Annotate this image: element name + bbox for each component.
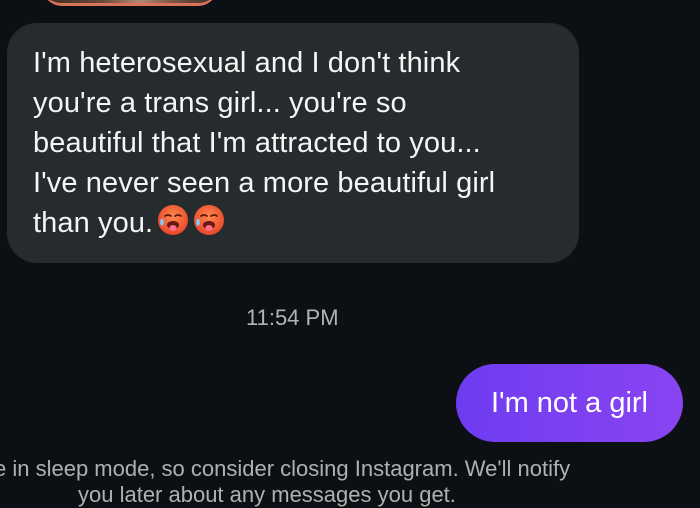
outgoing-message-text: I'm not a girl — [490, 386, 649, 419]
hot-face-emoji-icon — [193, 204, 225, 236]
avatar[interactable] — [42, 0, 218, 6]
sleep-notice-line1: e in sleep mode, so consider closing Ins… — [0, 456, 571, 481]
incoming-message-text: I'm heterosexual and I don't think you'r… — [33, 43, 559, 243]
message-line: I'm heterosexual and I don't think — [33, 47, 461, 79]
message-line: I've never seen a more beautiful girl — [33, 167, 496, 199]
message-line-text: than you. — [33, 207, 154, 239]
hot-face-emoji-icon — [157, 204, 189, 236]
message-timestamp: 11:54 PM — [246, 305, 339, 330]
sleep-mode-notice: e in sleep mode, so consider closing Ins… — [0, 456, 700, 508]
incoming-message-bubble[interactable]: I'm heterosexual and I don't think you'r… — [7, 23, 579, 263]
message-line: you're a trans girl... you're so — [33, 87, 407, 119]
outgoing-message-bubble[interactable]: I'm not a girl — [456, 364, 683, 442]
message-line-last: than you. — [33, 203, 559, 243]
sleep-notice-line2: you later about any messages you get. — [78, 482, 456, 507]
message-line: beautiful that I'm attracted to you... — [33, 127, 481, 159]
